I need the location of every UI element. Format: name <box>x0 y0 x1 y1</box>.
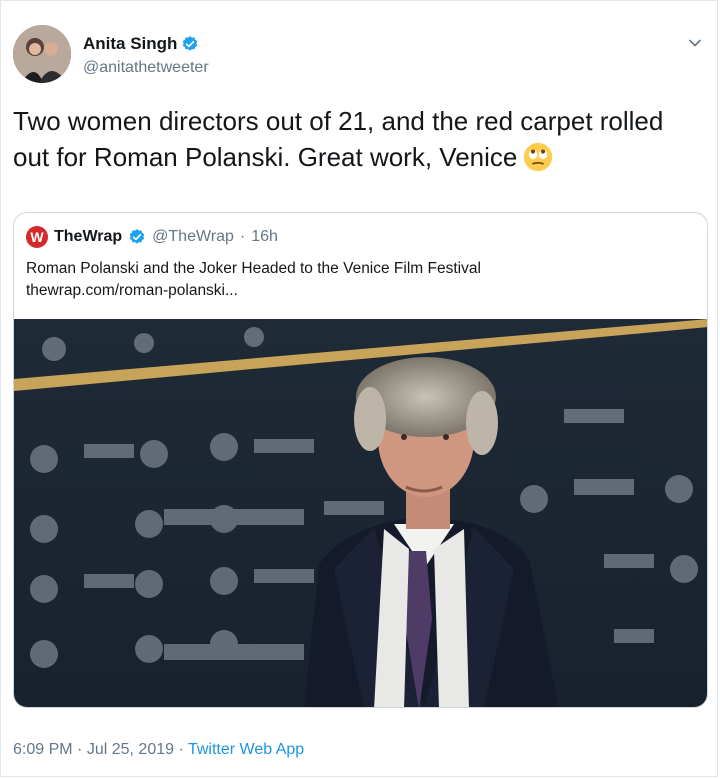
separator-dot: · <box>77 741 83 758</box>
quoted-tweet-text: Roman Polanski and the Joker Headed to t… <box>26 258 696 302</box>
thewrap-logo-icon: W <box>26 226 48 248</box>
logo-letter: W <box>30 229 44 245</box>
quoted-tweet-header: W TheWrap @TheWrap · 16h <box>26 226 278 248</box>
tweet-text: Two women directors out of 21, and the r… <box>13 103 703 175</box>
quoted-tweet[interactable]: W TheWrap @TheWrap · 16h Roman Polanski … <box>13 212 708 708</box>
avatar-photo-icon <box>13 25 71 83</box>
quoted-text-line-1: Roman Polanski and the Joker Headed to t… <box>26 260 481 277</box>
tweet-time[interactable]: 6:09 PM <box>13 741 73 758</box>
quoted-author-name[interactable]: TheWrap <box>54 228 122 246</box>
quoted-tweet-image[interactable] <box>14 319 707 707</box>
quoted-link[interactable]: thewrap.com/roman-polanski... <box>26 280 696 302</box>
tweet-meta: 6:09 PM · Jul 25, 2019 · Twitter Web App <box>13 741 304 759</box>
author-block: Anita Singh @anitathetweeter <box>83 33 209 79</box>
author-avatar[interactable] <box>13 25 71 83</box>
author-handle[interactable]: @anitathetweeter <box>83 57 209 79</box>
quoted-author-handle[interactable]: @TheWrap <box>152 228 234 246</box>
separator-dot: · <box>239 228 246 245</box>
quoted-tweet-time[interactable]: 16h <box>251 228 278 246</box>
tweet-text-content: Two women directors out of 21, and the r… <box>13 106 664 172</box>
verified-badge-icon <box>129 229 145 244</box>
tweet-date[interactable]: Jul 25, 2019 <box>87 741 174 758</box>
red-carpet-photo-icon <box>14 319 707 707</box>
tweet-card: Anita Singh @anitathetweeter Two women d… <box>0 0 718 777</box>
rolling-eyes-emoji-icon <box>524 142 553 172</box>
author-name[interactable]: Anita Singh <box>83 33 177 55</box>
author-name-row[interactable]: Anita Singh <box>83 33 209 55</box>
separator-dot: · <box>178 741 184 758</box>
tweet-source-app[interactable]: Twitter Web App <box>188 741 304 758</box>
verified-badge-icon <box>183 36 198 51</box>
chevron-down-icon[interactable] <box>687 35 703 51</box>
